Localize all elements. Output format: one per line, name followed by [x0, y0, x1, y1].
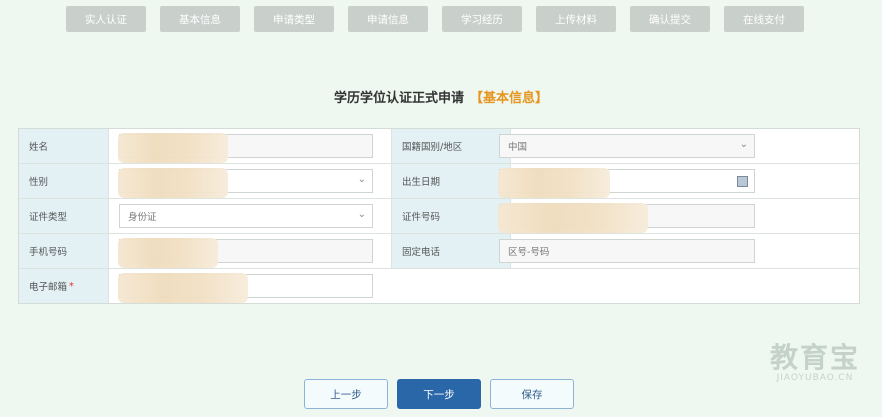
landline-placeholder: 区号-号码: [508, 247, 550, 258]
step-upload[interactable]: 上传材料: [536, 6, 616, 32]
step-apply-info[interactable]: 申请信息: [348, 6, 428, 32]
form-row-name: 姓名 国籍国别/地区 中国 ⌄: [19, 129, 859, 164]
landline-field[interactable]: 区号-号码: [499, 239, 755, 263]
nationality-select[interactable]: 中国 ⌄: [499, 134, 755, 158]
prev-button[interactable]: 上一步: [304, 379, 388, 409]
chevron-down-icon: ⌄: [357, 174, 366, 185]
redacted-blur: [118, 133, 228, 163]
watermark-logo: 教育宝: [769, 341, 860, 374]
watermark-site: JIAOYUBAO.CN: [776, 373, 854, 383]
redacted-blur: [498, 203, 648, 233]
page-title: 学历学位认证正式申请 【基本信息】: [0, 87, 882, 106]
phone-label: 手机号码: [19, 234, 109, 268]
form-row-gender: 性别 ⌄ 出生日期: [19, 164, 859, 199]
birthdate-label: 出生日期: [391, 164, 511, 198]
chevron-down-icon: ⌄: [739, 139, 748, 150]
calendar-icon[interactable]: [737, 176, 748, 187]
save-button[interactable]: 保存: [490, 379, 574, 409]
name-label: 姓名: [19, 129, 109, 163]
step-payment[interactable]: 在线支付: [724, 6, 804, 32]
idtype-value: 身份证: [128, 212, 157, 223]
form-row-phone: 手机号码 固定电话 区号-号码: [19, 234, 859, 269]
gender-label: 性别: [19, 164, 109, 198]
gender-select[interactable]: ⌄: [118, 168, 373, 198]
email-field[interactable]: [118, 273, 373, 303]
phone-field[interactable]: [118, 238, 373, 268]
name-field[interactable]: [118, 133, 373, 163]
page-title-text: 学历学位认证正式申请: [333, 91, 464, 106]
redacted-blur: [118, 273, 248, 303]
form-row-id: 证件类型 身份证 ⌄ 证件号码: [19, 199, 859, 234]
birthdate-field[interactable]: [498, 168, 755, 198]
idnumber-field[interactable]: [498, 203, 755, 233]
nationality-label: 国籍国别/地区: [391, 129, 511, 163]
step-study-history[interactable]: 学习经历: [442, 6, 522, 32]
redacted-blur: [118, 238, 218, 268]
landline-label: 固定电话: [391, 234, 511, 268]
email-label: 电子邮箱 *: [19, 269, 109, 303]
next-button[interactable]: 下一步: [397, 379, 481, 409]
email-label-text: 电子邮箱: [29, 282, 68, 293]
step-nav: 实人认证 基本信息 申请类型 申请信息 学习经历 上传材料 确认提交 在线支付: [66, 6, 804, 32]
nationality-value: 中国: [508, 142, 528, 153]
chevron-down-icon: ⌄: [357, 209, 366, 220]
redacted-blur: [118, 168, 228, 198]
required-mark: *: [69, 280, 74, 292]
watermark: 教育宝 JIAOYUBAO.CN: [769, 341, 860, 384]
step-apply-type[interactable]: 申请类型: [254, 6, 334, 32]
step-real-name[interactable]: 实人认证: [66, 6, 146, 32]
idtype-select[interactable]: 身份证 ⌄: [119, 204, 373, 228]
idnumber-label: 证件号码: [391, 199, 511, 233]
step-basic-info[interactable]: 基本信息: [160, 6, 240, 32]
idtype-label: 证件类型: [19, 199, 109, 233]
basic-info-form: 姓名 国籍国别/地区 中国 ⌄ 性别 ⌄ 出生日期 证件类型 身份证 ⌄ 证件号…: [18, 128, 860, 304]
form-row-email: 电子邮箱 *: [19, 269, 859, 303]
step-confirm[interactable]: 确认提交: [630, 6, 710, 32]
redacted-blur: [498, 168, 610, 198]
page-subtitle: 【基本信息】: [470, 91, 549, 106]
